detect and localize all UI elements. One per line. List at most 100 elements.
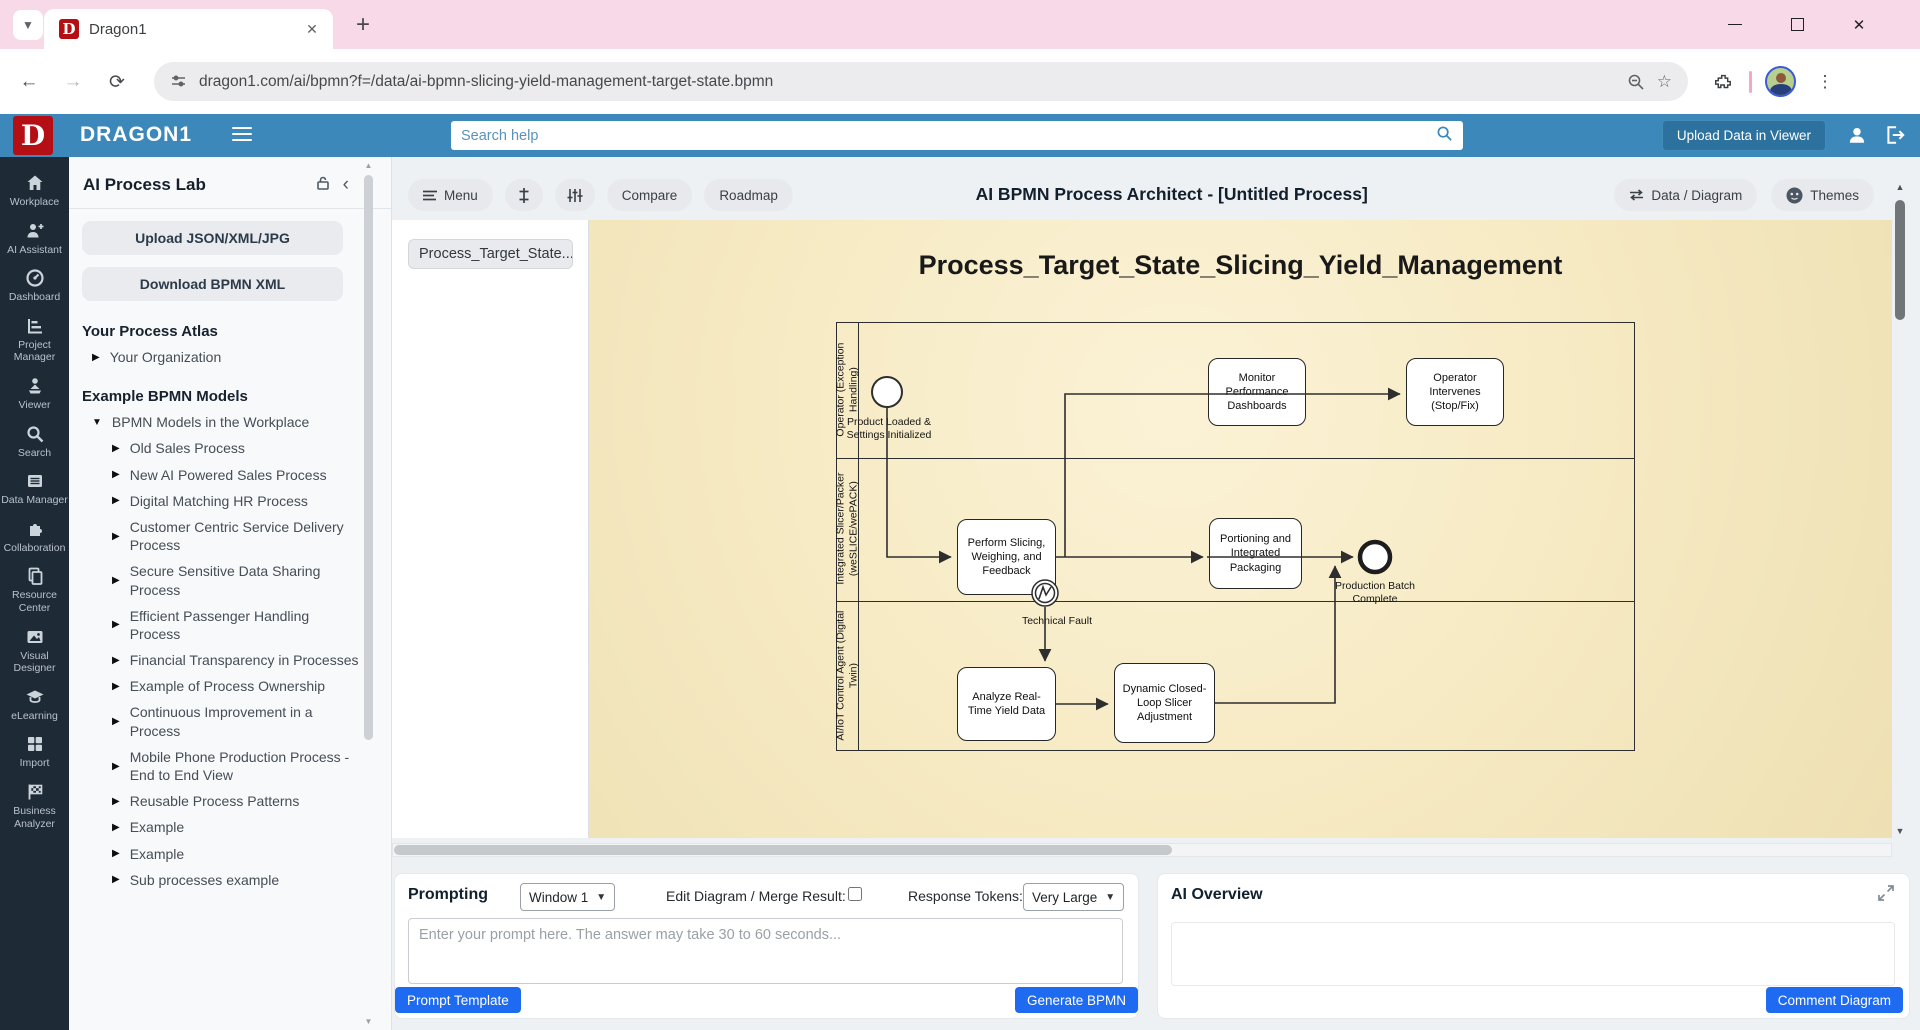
sidebar-item-ai-assistant[interactable]: AI Assistant — [0, 221, 69, 257]
task-dynamic-adjustment[interactable]: Dynamic Closed-Loop Slicer Adjustment — [1114, 663, 1215, 743]
response-tokens-select[interactable]: Very Large▼ — [1023, 883, 1124, 911]
tree-your-organization[interactable]: ▶ Your Organization — [92, 348, 361, 366]
task-monitor-dashboards[interactable]: Monitor Performance Dashboards — [1208, 358, 1306, 426]
scroll-up-icon[interactable]: ▲ — [362, 161, 375, 170]
upload-json-button[interactable]: Upload JSON/XML/JPG — [82, 221, 343, 255]
sidebar-item-import[interactable]: Import — [0, 734, 69, 770]
sidebar-item-viewer[interactable]: Viewer — [0, 376, 69, 412]
edit-merge-checkbox[interactable] — [848, 887, 862, 901]
scrollbar-thumb[interactable] — [1895, 200, 1905, 320]
sidebar-item-business-analyzer[interactable]: Business Analyzer — [0, 782, 69, 830]
expand-triangle-icon[interactable]: ▶ — [112, 574, 120, 587]
expand-triangle-icon[interactable]: ▶ — [112, 442, 120, 455]
tab-search-chevron-icon[interactable]: ▼ — [13, 10, 43, 40]
zoom-icon[interactable] — [1627, 73, 1645, 91]
site-settings-icon[interactable] — [170, 73, 187, 90]
expand-triangle-icon[interactable]: ▶ — [112, 760, 120, 773]
scroll-down-icon[interactable]: ▼ — [362, 1017, 375, 1026]
prompt-template-button[interactable]: Prompt Template — [395, 987, 521, 1013]
tree-item-example-2[interactable]: ▶Example — [112, 845, 361, 863]
reload-icon[interactable]: ⟳ — [102, 67, 132, 97]
filter-button[interactable] — [555, 179, 595, 211]
url-text[interactable]: dragon1.com/ai/bpmn?f=/data/ai-bpmn-slic… — [199, 73, 1615, 91]
search-icon[interactable] — [1436, 125, 1453, 147]
compare-button[interactable]: Compare — [607, 179, 693, 211]
maximize-button[interactable] — [1776, 0, 1818, 49]
tree-item-customer-centric[interactable]: ▶Customer Centric Service Delivery Proce… — [112, 518, 361, 554]
sidebar-item-resource-center[interactable]: Resource Center — [0, 566, 69, 614]
sidebar-item-project-manager[interactable]: Project Manager — [0, 316, 69, 364]
prompt-input[interactable] — [408, 918, 1123, 984]
expand-triangle-icon[interactable]: ▶ — [112, 715, 120, 728]
scroll-up-icon[interactable]: ▲ — [1892, 182, 1908, 192]
download-bpmn-button[interactable]: Download BPMN XML — [82, 267, 343, 301]
address-bar[interactable]: dragon1.com/ai/bpmn?f=/data/ai-bpmn-slic… — [154, 62, 1688, 101]
help-search-input[interactable] — [461, 128, 1436, 144]
data-diagram-button[interactable]: Data / Diagram — [1614, 179, 1757, 211]
task-operator-intervenes[interactable]: Operator Intervenes (Stop/Fix) — [1406, 358, 1504, 426]
expand-triangle-icon[interactable]: ▶ — [112, 494, 120, 507]
user-icon[interactable] — [1846, 124, 1868, 151]
sidebar-item-workplace[interactable]: Workplace — [0, 173, 69, 209]
minimize-button[interactable] — [1714, 0, 1756, 49]
menu-button[interactable]: Menu — [408, 179, 493, 211]
expand-triangle-icon[interactable]: ▶ — [112, 654, 120, 667]
browser-menu-icon[interactable]: ⋮ — [1810, 67, 1840, 97]
expand-triangle-icon[interactable]: ▶ — [112, 680, 120, 693]
tree-item-new-ai-sales[interactable]: ▶New AI Powered Sales Process — [112, 466, 361, 484]
hamburger-menu-icon[interactable] — [232, 127, 252, 145]
expand-triangle-icon[interactable]: ▶ — [92, 351, 100, 364]
expand-triangle-icon[interactable]: ▶ — [112, 821, 120, 834]
panel-scrollbar[interactable]: ▲ ▼ — [362, 159, 375, 1028]
expand-triangle-icon[interactable]: ▶ — [112, 873, 120, 886]
scrollbar-thumb[interactable] — [394, 845, 1172, 855]
tree-item-mobile-phone-production[interactable]: ▶Mobile Phone Production Process - End t… — [112, 748, 361, 784]
tree-item-reusable-patterns[interactable]: ▶Reusable Process Patterns — [112, 792, 361, 810]
sidebar-item-visual-designer[interactable]: Visual Designer — [0, 627, 69, 675]
window-select[interactable]: Window 1▼ — [520, 883, 615, 911]
task-analyze-yield[interactable]: Analyze Real-Time Yield Data — [957, 667, 1056, 741]
tree-item-old-sales[interactable]: ▶Old Sales Process — [112, 439, 361, 457]
tree-item-sub-processes[interactable]: ▶Sub processes example — [112, 871, 361, 889]
help-search[interactable] — [451, 121, 1463, 150]
sidebar-item-data-manager[interactable]: Data Manager — [0, 471, 69, 507]
forward-icon[interactable]: → — [58, 67, 88, 97]
expand-triangle-icon[interactable]: ▶ — [112, 468, 120, 481]
scroll-down-icon[interactable]: ▼ — [1892, 826, 1908, 836]
tab-close-icon[interactable]: ✕ — [301, 18, 323, 40]
tree-item-continuous-improvement[interactable]: ▶Continuous Improvement in a Process — [112, 703, 361, 739]
sidebar-item-elearning[interactable]: eLearning — [0, 687, 69, 723]
lock-icon[interactable] — [315, 175, 331, 196]
task-portioning-packaging[interactable]: Portioning and Integrated Packaging — [1209, 518, 1302, 589]
tree-item-passenger-handling[interactable]: ▶Efficient Passenger Handling Process — [112, 607, 361, 643]
back-icon[interactable]: ← — [14, 67, 44, 97]
expand-triangle-icon[interactable]: ▶ — [112, 618, 120, 631]
themes-button[interactable]: Themes — [1771, 179, 1874, 211]
selected-file-item[interactable]: Process_Target_State... — [408, 239, 573, 269]
align-button[interactable] — [505, 179, 543, 211]
generate-bpmn-button[interactable]: Generate BPMN — [1015, 987, 1138, 1013]
canvas-horizontal-scrollbar[interactable] — [392, 843, 1892, 857]
task-perform-slicing[interactable]: Perform Slicing, Weighing, and Feedback — [957, 519, 1056, 595]
expand-triangle-icon[interactable]: ▶ — [112, 530, 120, 543]
bpmn-canvas[interactable]: Process_Target_State_Slicing_Yield_Manag… — [589, 220, 1892, 838]
collapse-triangle-icon[interactable]: ▼ — [92, 416, 102, 429]
expand-triangle-icon[interactable]: ▶ — [112, 847, 120, 860]
tree-item-example-1[interactable]: ▶Example — [112, 818, 361, 836]
scrollbar-thumb[interactable] — [364, 175, 373, 740]
sidebar-item-dashboard[interactable]: Dashboard — [0, 268, 69, 304]
collapse-panel-icon[interactable]: ‹ — [343, 174, 349, 196]
tree-item-digital-matching-hr[interactable]: ▶Digital Matching HR Process — [112, 492, 361, 510]
roadmap-button[interactable]: Roadmap — [704, 179, 793, 211]
expand-icon[interactable] — [1877, 884, 1895, 907]
tree-bpmn-models-root[interactable]: ▼ BPMN Models in the Workplace — [92, 413, 361, 431]
extensions-icon[interactable] — [1708, 67, 1738, 97]
expand-triangle-icon[interactable]: ▶ — [112, 795, 120, 808]
close-button[interactable]: ✕ — [1838, 0, 1880, 49]
sidebar-item-collaboration[interactable]: Collaboration — [0, 519, 69, 555]
comment-diagram-button[interactable]: Comment Diagram — [1766, 987, 1903, 1013]
dragon1-logo[interactable]: D — [13, 116, 53, 155]
canvas-vertical-scrollbar[interactable]: ▲ ▼ — [1892, 180, 1908, 838]
browser-tab[interactable]: D Dragon1 ✕ — [44, 9, 333, 49]
logout-icon[interactable] — [1884, 124, 1906, 151]
